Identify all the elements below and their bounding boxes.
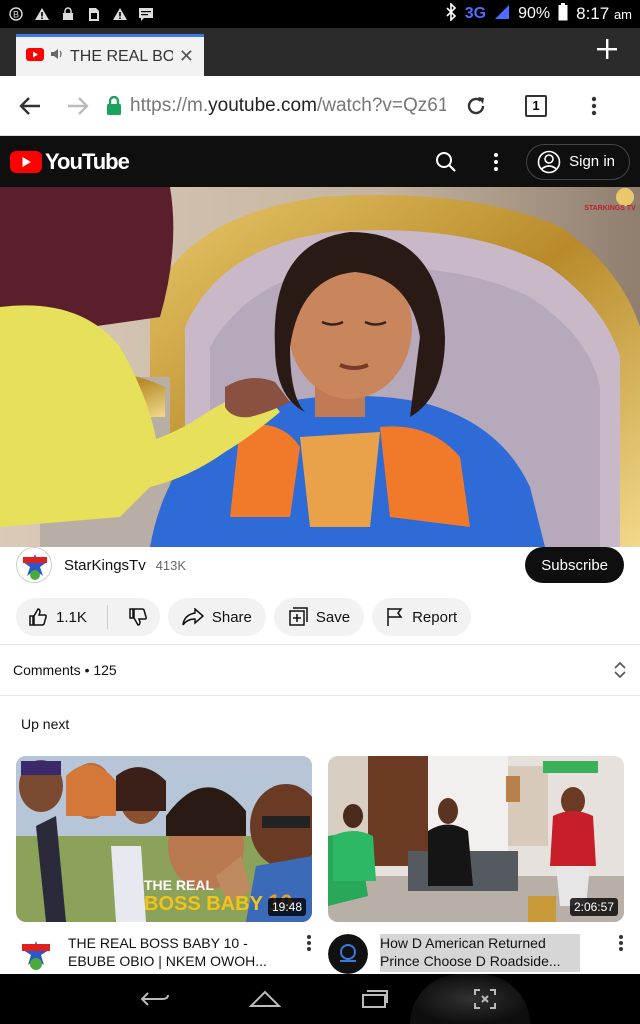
thumbs-down-icon [129, 608, 147, 626]
nav-home-icon[interactable] [245, 979, 285, 1019]
video-title[interactable]: How D American Returned Prince Choose D … [380, 934, 580, 972]
bluetooth-icon [445, 1, 457, 26]
tab-count: 1 [525, 94, 547, 117]
save-button[interactable]: Save [273, 598, 365, 636]
browser-menu-icon[interactable] [570, 82, 618, 130]
channel-name[interactable]: StarKingsTv [64, 557, 146, 574]
report-label: Report [412, 608, 458, 626]
tab-switcher-button[interactable]: 1 [512, 82, 560, 130]
channel-row: StarKingsTv 413K Subscribe [0, 545, 640, 585]
thumbs-up-icon [29, 608, 47, 626]
lock-icon [60, 6, 76, 22]
like-count: 1.1K [56, 608, 87, 626]
sim-icon [86, 6, 102, 22]
forward-icon[interactable] [54, 82, 102, 130]
video-duration: 2:06:57 [569, 898, 618, 916]
sign-in-label: Sign in [569, 153, 615, 170]
android-nav-bar [0, 974, 640, 1024]
youtube-logo-text: YouTube [45, 148, 130, 174]
channel-avatar[interactable] [328, 934, 368, 974]
like-button[interactable]: 1.1K [16, 598, 99, 636]
browser-tab-bar: THE REAL BOSS ✕ [0, 28, 640, 76]
svg-text:B: B [13, 10, 19, 20]
url-bar: https://m.youtube.com/watch?v=Qz61 1 [0, 76, 640, 136]
video-player[interactable]: STARKINGS TV [0, 187, 640, 547]
youtube-favicon-icon [26, 47, 44, 66]
share-label: Share [211, 608, 252, 626]
status-bar: B 3G 90% 8:17 am [0, 0, 640, 28]
warning-icon [34, 6, 50, 22]
channel-watermark: STARKINGS TV [584, 205, 636, 212]
secure-lock-icon[interactable] [102, 95, 126, 116]
nav-recents-icon[interactable] [355, 979, 395, 1019]
comments-label: Comments • 125 [13, 662, 117, 678]
close-tab-icon[interactable]: ✕ [179, 46, 194, 67]
channel-avatar[interactable] [16, 547, 52, 583]
up-next-card[interactable]: THE REAL BOSS BABY 10 19:48 THE REAL BOS… [16, 756, 312, 974]
video-title[interactable]: THE REAL BOSS BABY 10 - EBUBE OBIO | NKE… [68, 934, 268, 972]
youtube-logo[interactable]: YouTube [10, 148, 130, 175]
video-duration: 19:48 [267, 898, 306, 916]
add-to-playlist-icon [289, 607, 308, 626]
battery-percent: 90% [518, 5, 551, 22]
up-next-card[interactable]: 2:06:57 How D American Returned Prince C… [328, 756, 624, 974]
search-icon[interactable] [426, 151, 466, 173]
like-dislike-group: 1.1K [16, 598, 160, 636]
video-frame: STARKINGS TV [0, 187, 640, 547]
comments-section[interactable]: Comments • 125 [0, 644, 640, 696]
speaker-icon [50, 47, 64, 66]
url-field[interactable]: https://m.youtube.com/watch?v=Qz61 [130, 95, 446, 117]
up-next-heading: Up next [21, 716, 70, 732]
share-icon [182, 608, 204, 626]
b-circle-icon: B [8, 6, 24, 22]
dislike-button[interactable] [116, 598, 160, 636]
nav-back-icon[interactable] [135, 979, 175, 1019]
youtube-logo-icon [10, 150, 42, 173]
back-icon[interactable] [6, 82, 54, 130]
video-thumbnail[interactable]: THE REAL BOSS BABY 10 19:48 [16, 756, 312, 922]
flag-icon [387, 608, 403, 626]
reload-icon[interactable] [452, 82, 500, 130]
screenshot-icon[interactable] [465, 979, 505, 1019]
new-tab-icon[interactable] [596, 36, 618, 66]
report-button[interactable]: Report [372, 598, 472, 636]
expand-icon[interactable] [613, 661, 627, 680]
account-icon [537, 150, 561, 173]
network-type: 3G [464, 5, 487, 22]
signal-icon [494, 4, 510, 25]
message-icon [138, 6, 154, 22]
more-options-icon[interactable] [306, 934, 312, 974]
channel-avatar[interactable] [16, 934, 56, 974]
tab-title: THE REAL BOSS [70, 47, 173, 65]
more-options-icon[interactable] [476, 152, 516, 172]
youtube-header: YouTube Sign in [0, 136, 640, 187]
warning-icon [112, 6, 128, 22]
divider [106, 605, 108, 629]
more-options-icon[interactable] [618, 934, 624, 974]
subscriber-count: 413K [155, 557, 187, 573]
sign-in-button[interactable]: Sign in [526, 143, 630, 180]
video-actions: 1.1K Share Save Report [16, 598, 472, 636]
clock: 8:17 am [576, 4, 632, 23]
battery-icon [558, 2, 568, 26]
subscribe-button[interactable]: Subscribe [525, 547, 624, 583]
save-label: Save [315, 608, 351, 626]
video-thumbnail[interactable]: 2:06:57 [328, 756, 624, 922]
share-button[interactable]: Share [167, 598, 266, 636]
browser-tab[interactable]: THE REAL BOSS ✕ [16, 34, 204, 76]
